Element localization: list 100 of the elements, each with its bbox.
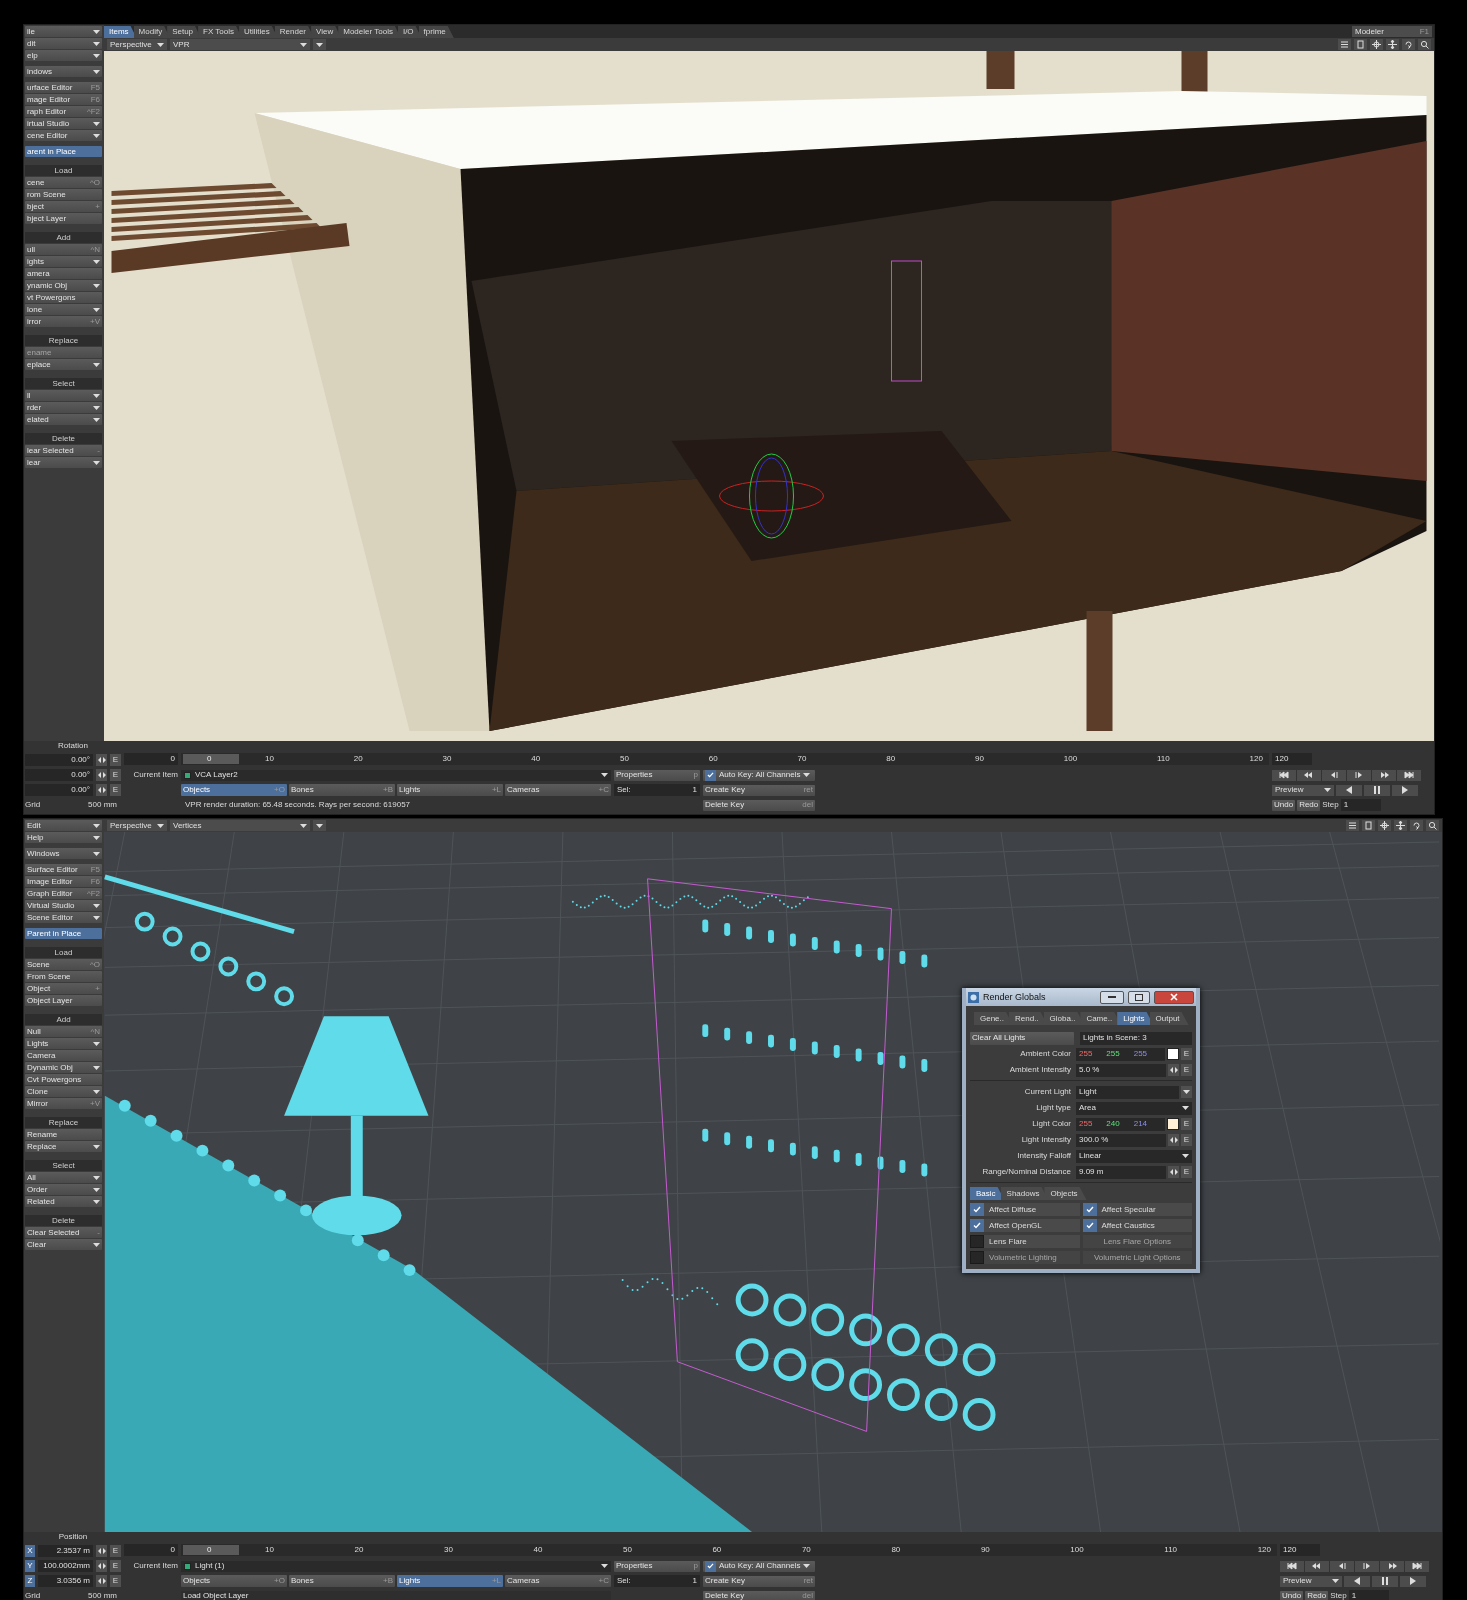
delete-key-button[interactable]: Delete Key del (703, 799, 815, 811)
checkbox[interactable] (970, 1203, 984, 1216)
viewport-tool-button[interactable] (1402, 39, 1415, 50)
sidebar-menu-button[interactable]: All (25, 1172, 102, 1183)
stepper-button[interactable] (96, 1575, 107, 1587)
checkbox[interactable] (705, 1560, 716, 1572)
step-field[interactable]: 1 (1348, 1590, 1389, 1600)
item-type-tab[interactable]: Lights +L (397, 1575, 503, 1587)
sidebar-button[interactable]: Mirror +V (25, 1098, 102, 1109)
color-field[interactable]: 255 255 255 (1076, 1047, 1165, 1061)
timeline-track[interactable]: 0 10 20 30 40 50 60 70 80 90 100 110 120 (181, 753, 1269, 765)
playback-button[interactable] (1392, 784, 1418, 796)
options-dropdown-button[interactable] (313, 39, 326, 50)
envelope-button[interactable]: E (1181, 1064, 1192, 1076)
stepper-button[interactable] (96, 784, 107, 796)
menu-tab[interactable]: FX Tools (198, 26, 242, 38)
sidebar-menu-button[interactable]: Windows (25, 848, 102, 859)
viewport-tool-button[interactable] (1418, 39, 1431, 50)
sidebar-button[interactable]: From Scene (25, 971, 102, 982)
envelope-button[interactable]: E (110, 754, 121, 766)
current-item-dropdown[interactable]: Light (1) (181, 1560, 611, 1572)
stepper-button[interactable] (1168, 1166, 1179, 1178)
stepper-button[interactable] (96, 1545, 107, 1557)
sidebar-button[interactable]: Image Editor F6 (25, 876, 102, 887)
sidebar-menu-button[interactable]: Help (25, 832, 102, 843)
sidebar-menu-button[interactable]: dit (25, 38, 102, 49)
checkbox[interactable] (970, 1219, 984, 1232)
playback-button[interactable] (1372, 1575, 1398, 1587)
envelope-button[interactable]: E (110, 1560, 121, 1572)
properties-button[interactable]: Properties p (614, 1560, 700, 1572)
render-mode-dropdown[interactable]: VPR (170, 39, 310, 50)
sidebar-button[interactable]: amera (25, 268, 102, 279)
sidebar-button[interactable]: Null ^N (25, 1026, 102, 1037)
sidebar-button[interactable]: urface Editor F5 (25, 82, 102, 93)
checkbox-button[interactable]: Lens Flare (970, 1235, 1080, 1248)
transport-button[interactable] (1305, 1560, 1329, 1572)
stepper-button[interactable] (1168, 1134, 1179, 1146)
sidebar-button[interactable]: irror +V (25, 316, 102, 327)
item-type-tab[interactable]: Objects +O (181, 1575, 287, 1587)
step-field[interactable]: 1 (1340, 799, 1381, 811)
stepper-button[interactable] (96, 754, 107, 766)
transport-button[interactable] (1330, 1560, 1354, 1572)
frame-field[interactable]: 0 (124, 1544, 178, 1556)
envelope-button[interactable]: E (1181, 1048, 1192, 1060)
sidebar-toggle-button[interactable]: Parent in Place (25, 928, 102, 939)
viewport-tool-button[interactable] (1410, 820, 1423, 831)
transport-button[interactable] (1280, 1560, 1304, 1572)
undo-button[interactable]: Undo (1280, 1590, 1304, 1600)
playback-button[interactable] (1344, 1575, 1370, 1587)
clear-all-lights-button[interactable]: Clear All Lights (970, 1031, 1074, 1045)
delete-key-button[interactable]: Delete Key del (703, 1590, 815, 1600)
sidebar-button[interactable]: Object Layer (25, 995, 102, 1006)
viewport-tool-button[interactable] (1386, 39, 1399, 50)
value-field[interactable]: 0.00° (25, 784, 93, 796)
checkbox[interactable] (705, 769, 716, 781)
sidebar-menu-button[interactable]: indows (25, 66, 102, 77)
light-name-field[interactable]: Light (1076, 1085, 1179, 1099)
number-field[interactable]: 9.09 m (1076, 1165, 1166, 1179)
sidebar-button[interactable]: Surface Editor F5 (25, 864, 102, 875)
sidebar-button[interactable]: Clear Selected - (25, 1227, 102, 1238)
sidebar-button[interactable]: ull ^N (25, 244, 102, 255)
stepper-button[interactable] (1168, 1064, 1179, 1076)
preview-dropdown[interactable]: Preview (1272, 784, 1334, 796)
checkbox-button[interactable]: Affect Specular (1082, 1203, 1192, 1216)
sidebar-menu-button[interactable]: ll (25, 390, 102, 401)
render-mode-dropdown[interactable]: Vertices (170, 820, 310, 831)
auto-key-dropdown[interactable]: Auto Key: All Channels (703, 769, 815, 781)
sidebar-menu-button[interactable]: eplace (25, 359, 102, 370)
current-item-dropdown[interactable]: VCA Layer2 (181, 769, 611, 781)
transport-button[interactable] (1272, 769, 1296, 781)
sidebar-menu-button[interactable]: elp (25, 50, 102, 61)
sidebar-button[interactable]: bject Layer (25, 213, 102, 224)
undo-button[interactable]: Undo (1272, 799, 1296, 811)
close-button[interactable] (1154, 990, 1194, 1004)
sidebar-menu-button[interactable]: Virtual Studio (25, 900, 102, 911)
envelope-button[interactable]: E (1181, 1118, 1192, 1130)
playback-button[interactable] (1400, 1575, 1426, 1587)
envelope-button[interactable]: E (110, 769, 121, 781)
auto-key-dropdown[interactable]: Auto Key: All Channels (703, 1560, 815, 1572)
menu-tab[interactable]: Modeler Tools (338, 26, 401, 38)
sidebar-button[interactable]: Cvt Powergons (25, 1074, 102, 1085)
sidebar-menu-button[interactable]: irtual Studio (25, 118, 102, 129)
number-field[interactable]: 300.0 % (1076, 1133, 1166, 1147)
view-dropdown[interactable]: Perspective (107, 39, 167, 50)
frame-field[interactable]: 0 (124, 753, 178, 765)
transport-button[interactable] (1347, 769, 1371, 781)
envelope-button[interactable]: E (1181, 1134, 1192, 1146)
transport-button[interactable] (1405, 1560, 1429, 1572)
preview-dropdown[interactable]: Preview (1280, 1575, 1342, 1587)
sidebar-menu-button[interactable]: lear (25, 457, 102, 468)
item-type-tab[interactable]: Bones +B (289, 784, 395, 796)
sidebar-menu-button[interactable]: ynamic Obj (25, 280, 102, 291)
sidebar-menu-button[interactable]: lone (25, 304, 102, 315)
value-field[interactable]: 0.00° (25, 769, 93, 781)
sidebar-menu-button[interactable]: elated (25, 414, 102, 425)
value-field[interactable]: 2.3537 m (38, 1545, 93, 1557)
item-type-tab[interactable]: Bones +B (289, 1575, 395, 1587)
end-frame-field[interactable]: 120 (1280, 1544, 1320, 1556)
sidebar-menu-button[interactable]: Scene Editor (25, 912, 102, 923)
sidebar-button[interactable]: lear Selected - (25, 445, 102, 456)
